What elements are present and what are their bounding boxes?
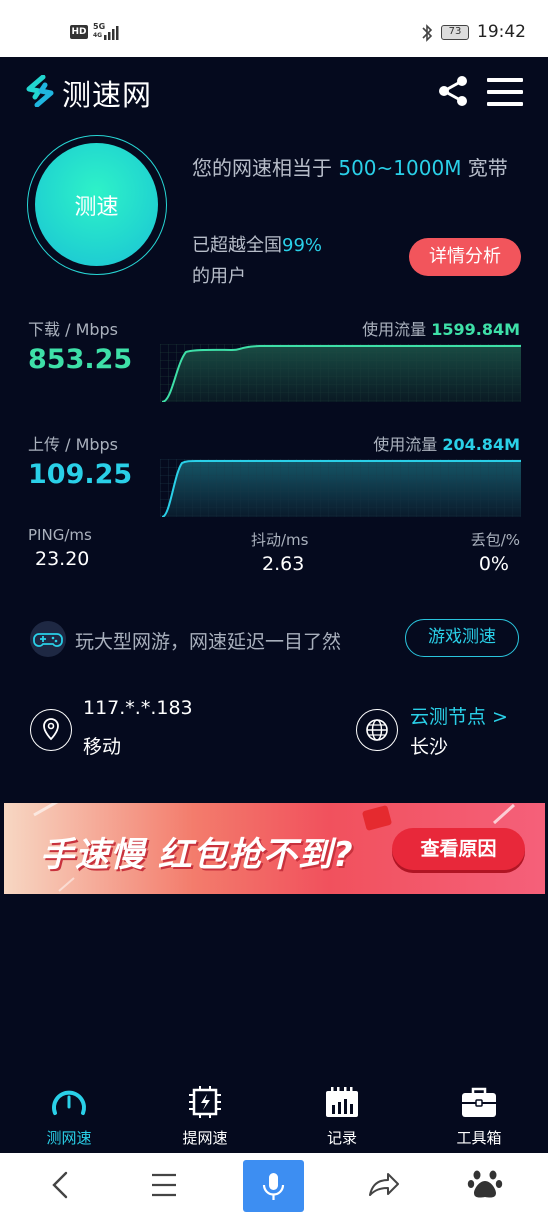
download-traffic: 使用流量 1599.84M	[362, 320, 520, 339]
game-test-button[interactable]: 游戏测速	[405, 619, 519, 657]
battery-icon: 73	[441, 25, 469, 40]
menu-icon[interactable]	[487, 78, 523, 106]
voice-search-button[interactable]	[243, 1160, 304, 1212]
gamepad-icon	[30, 621, 66, 657]
detail-analysis-button[interactable]: 详情分析	[409, 238, 521, 276]
download-traffic-value: 1599.84M	[431, 320, 520, 339]
loss-value: 0%	[478, 553, 509, 575]
download-speed: 853.25	[28, 344, 133, 375]
location-pin-icon	[30, 709, 72, 751]
tab-records[interactable]: 记录	[292, 1085, 392, 1148]
baidu-paw-icon[interactable]	[455, 1153, 515, 1217]
isp-name: 移动	[83, 736, 122, 758]
calendar-chart-icon	[326, 1087, 358, 1117]
speed-test-button[interactable]: 测速	[27, 135, 167, 275]
ping-label: PING/ms	[28, 526, 92, 544]
tab-speed-test[interactable]: 测网速	[19, 1085, 119, 1148]
speed-equivalent: 500~1000M	[338, 156, 462, 180]
back-icon[interactable]	[30, 1153, 90, 1217]
clock: 19:42	[477, 22, 526, 42]
download-label: 下载 / Mbps	[28, 320, 119, 339]
upload-label: 上传 / Mbps	[28, 435, 119, 454]
tab-label: 提网速	[182, 1129, 228, 1147]
tab-label: 工具箱	[456, 1129, 502, 1147]
globe-icon	[356, 709, 398, 751]
game-promo-text: 玩大型网游，网速延迟一目了然	[75, 631, 342, 653]
tab-toolbox[interactable]: 工具箱	[429, 1085, 529, 1148]
rank-percent: 99%	[282, 235, 323, 256]
upload-speed: 109.25	[28, 459, 133, 490]
status-bar: HD 5G 4G 73 19:42	[0, 0, 548, 57]
menu-lines-icon[interactable]	[134, 1153, 194, 1217]
speed-test-label: 测速	[35, 143, 158, 266]
promo-banner[interactable]: 手速慢 红包抢不到? 查看原因	[4, 803, 545, 894]
microphone-icon	[262, 1173, 285, 1200]
chip-icon	[189, 1086, 221, 1118]
loss-label: 丢包/%	[470, 531, 520, 549]
tab-label: 测网速	[46, 1129, 92, 1147]
browser-toolbar	[0, 1153, 548, 1217]
hd-badge: HD	[70, 25, 88, 39]
jitter-value: 2.63	[262, 553, 305, 575]
ip-address: 117.*.*.183	[83, 697, 193, 719]
signal-icon	[104, 26, 119, 40]
upload-traffic: 使用流量 204.84M	[373, 435, 520, 454]
speed-summary: 您的网速相当于 500~1000M 宽带	[192, 156, 508, 180]
upload-graph	[160, 459, 521, 517]
tab-label: 记录	[326, 1129, 357, 1147]
speedometer-icon	[52, 1090, 86, 1115]
logo-icon	[26, 75, 54, 107]
jitter-label: 抖动/ms	[251, 531, 309, 549]
tab-boost[interactable]: 提网速	[155, 1085, 255, 1148]
node-city: 长沙	[410, 736, 449, 758]
ping-value: 23.20	[35, 548, 90, 570]
banner-headline: 手速慢 红包抢不到?	[40, 835, 354, 875]
download-graph	[160, 344, 521, 402]
rank-summary: 已超越全国99% 的用户	[192, 235, 323, 287]
banner-cta-button[interactable]: 查看原因	[392, 828, 525, 870]
upload-traffic-value: 204.84M	[442, 435, 520, 454]
toolbox-icon	[462, 1087, 496, 1117]
cloud-node-link[interactable]: 云测节点 >	[410, 702, 508, 729]
share-icon[interactable]	[437, 75, 469, 107]
bluetooth-icon	[422, 24, 433, 42]
forward-share-icon[interactable]	[354, 1153, 414, 1217]
app-title: 测速网	[62, 78, 153, 112]
